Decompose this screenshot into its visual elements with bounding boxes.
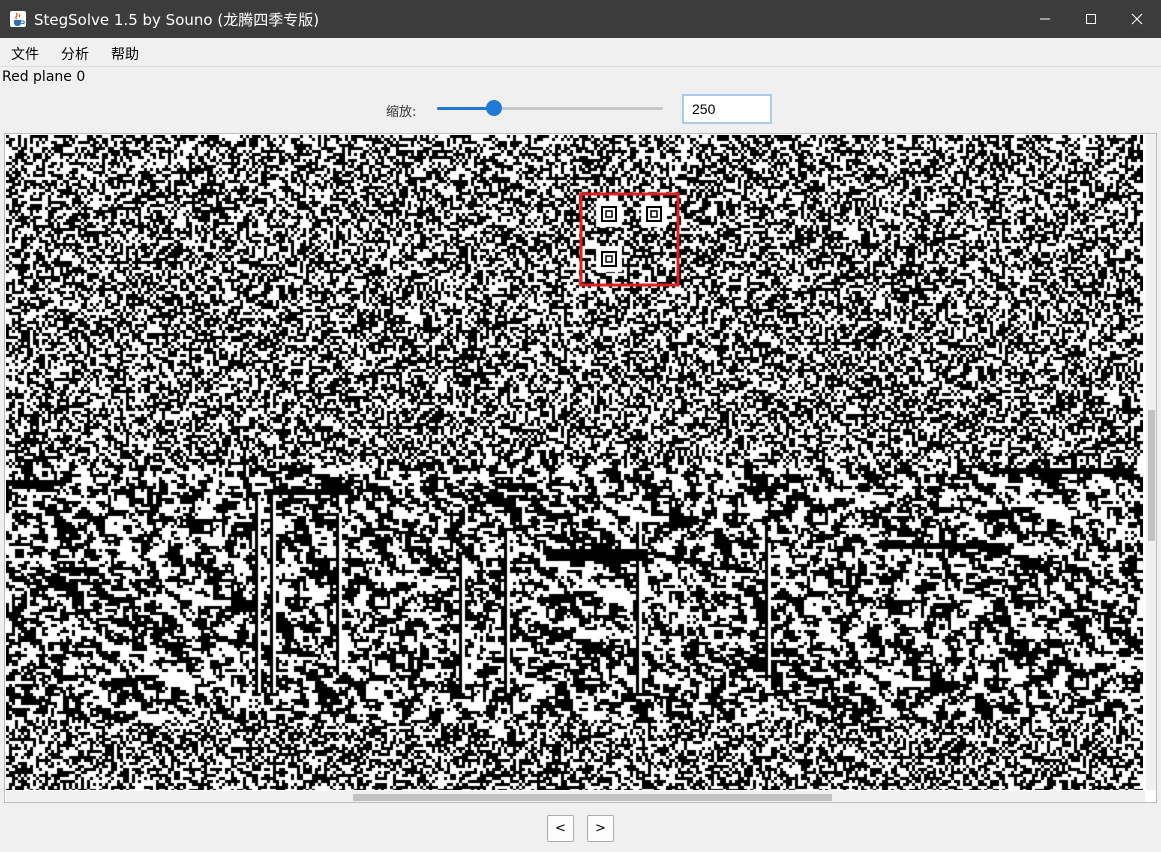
menu-analyse[interactable]: 分析: [61, 44, 89, 64]
vertical-scrollbar-thumb[interactable]: [1148, 410, 1155, 542]
menu-help[interactable]: 帮助: [111, 44, 139, 64]
close-icon: [1131, 13, 1143, 25]
zoom-input[interactable]: [682, 94, 772, 124]
close-button[interactable]: [1113, 0, 1161, 38]
menu-file[interactable]: 文件: [11, 44, 39, 64]
horizontal-scrollbar-thumb[interactable]: [353, 794, 832, 801]
window-title: StegSolve 1.5 by Souno (龙腾四季专版): [34, 11, 320, 29]
maximize-icon: [1086, 14, 1096, 24]
horizontal-scrollbar[interactable]: [6, 791, 1145, 802]
zoom-label: 缩放:: [386, 105, 417, 120]
prev-plane-button[interactable]: <: [547, 815, 574, 842]
zoom-slider-thumb[interactable]: [485, 100, 502, 116]
vertical-scrollbar[interactable]: [1146, 135, 1156, 790]
bitplane-image: [6, 135, 1143, 790]
zoom-slider[interactable]: [437, 96, 663, 120]
image-viewer: [4, 133, 1157, 803]
title-bar: StegSolve 1.5 by Souno (龙腾四季专版): [0, 0, 1161, 38]
minimize-button[interactable]: [1021, 0, 1069, 38]
menu-bar: 文件 分析 帮助: [0, 38, 1161, 67]
plane-label: Red plane 0: [2, 69, 86, 85]
maximize-button[interactable]: [1067, 0, 1115, 38]
minimize-icon: [1040, 18, 1050, 20]
java-cup-icon: [10, 11, 26, 27]
next-plane-button[interactable]: >: [587, 815, 614, 842]
